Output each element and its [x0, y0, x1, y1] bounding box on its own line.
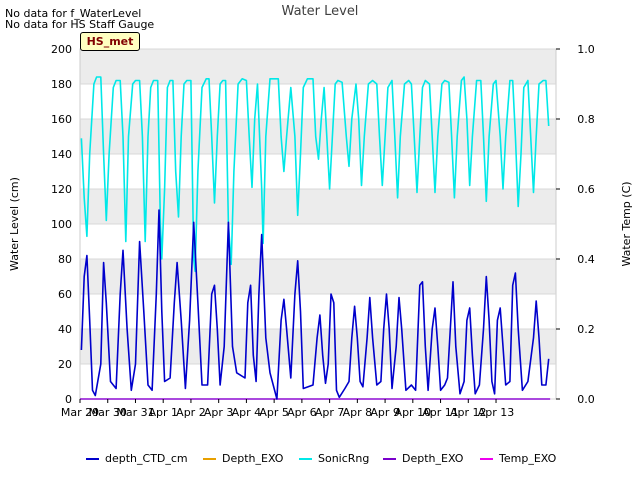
y2-axis-ticks: 0.0 0.2 0.4 0.6 0.8 1.0 [556, 43, 595, 406]
x-tick-label: Apr 13 [478, 406, 515, 419]
x-tick-label: Apr 5 [259, 406, 289, 419]
legend-swatch [299, 458, 312, 460]
y-tick-label: 200 [51, 43, 72, 56]
x-axis-ticks: Mar 29Mar 30Mar 31Apr 1Apr 2Apr 3Apr 4Ap… [61, 399, 514, 419]
y2-tick-label: 0.8 [577, 113, 595, 126]
legend-swatch [203, 458, 216, 460]
background-band [80, 49, 556, 84]
legend-item-depth-exo-2: Depth_EXO [383, 452, 463, 470]
x-tick-label: Apr 8 [343, 406, 373, 419]
y-axis-ticks: 0 20 40 60 80 100 120 140 160 180 200 [51, 43, 72, 406]
x-tick-label: Apr 3 [204, 406, 234, 419]
y2-tick-label: 0.2 [577, 323, 595, 336]
x-tick-label: Apr 6 [287, 406, 317, 419]
legend-item-depth-exo: Depth_EXO [203, 452, 283, 470]
legend-swatch [383, 458, 396, 460]
y-tick-label: 140 [51, 148, 72, 161]
site-badge[interactable]: HS_met [80, 32, 140, 51]
series-line-sonicrng [80, 76, 550, 273]
legend-label: SonicRng [318, 452, 370, 465]
y2-axis-label: Water Temp (C) [620, 181, 633, 266]
legend-label: Depth_EXO [402, 452, 464, 465]
water-level-chart: Mar 29Mar 30Mar 31Apr 1Apr 2Apr 3Apr 4Ap… [8, 4, 633, 419]
no-data-note-staff-gauge: No data for HS Staff Gauge [5, 18, 155, 31]
y2-tick-label: 0.4 [577, 253, 595, 266]
y-tick-label: 120 [51, 183, 72, 196]
legend-swatch [480, 458, 493, 460]
x-tick-label: Apr 1 [148, 406, 178, 419]
chart-title: Water Level [282, 4, 359, 19]
legend-label: Depth_EXO [222, 452, 284, 465]
y-axis-label: Water Level (cm) [8, 177, 21, 271]
background-band [80, 259, 556, 294]
legend-label: depth_CTD_cm [105, 452, 188, 465]
series-line-depth-ctd-cm [80, 209, 550, 400]
x-tick-label: Apr 2 [176, 406, 206, 419]
y-tick-label: 180 [51, 78, 72, 91]
y-tick-label: 0 [65, 393, 72, 406]
legend-item-depth-ctd: depth_CTD_cm [86, 452, 188, 470]
y-tick-label: 100 [51, 218, 72, 231]
background-band [80, 189, 556, 224]
y-tick-label: 160 [51, 113, 72, 126]
y2-tick-label: 0.0 [577, 393, 595, 406]
chart-legend: depth_CTD_cm Depth_EXO SonicRng Depth_EX… [0, 452, 640, 470]
y2-tick-label: 1.0 [577, 43, 595, 56]
y-tick-label: 80 [58, 253, 72, 266]
legend-item-sonicrng: SonicRng [299, 452, 369, 470]
legend-label: Temp_EXO [499, 452, 557, 465]
y-tick-label: 60 [58, 288, 72, 301]
x-tick-label: Apr 7 [315, 406, 345, 419]
legend-item-temp-exo: Temp_EXO [480, 452, 556, 470]
legend-swatch [86, 458, 99, 460]
y2-tick-label: 0.6 [577, 183, 595, 196]
y-tick-label: 20 [58, 358, 72, 371]
x-tick-label: Apr 4 [232, 406, 262, 419]
y-tick-label: 40 [58, 323, 72, 336]
